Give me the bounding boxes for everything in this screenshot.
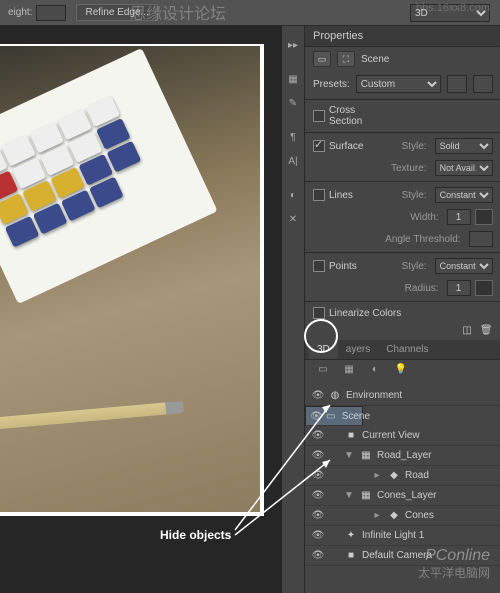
cross-section-label: Cross Section [329,105,389,127]
visibility-eye-icon[interactable]: 👁 [309,430,327,441]
item-type-icon: ▭ [323,411,339,422]
linearize-label: Linearize Colors [329,308,401,319]
watermark-cn: 太平洋电脑网 [418,564,490,581]
lines-color-swatch[interactable] [475,209,493,225]
twisty-icon[interactable]: ▸ [371,470,383,481]
visibility-eye-icon[interactable]: 👁 [309,530,327,541]
points-label: Points [329,261,389,272]
tree-row-cones[interactable]: 👁 ▸◆Cones [305,506,500,526]
tool-swatches-icon[interactable]: ▦ [282,68,304,90]
render-icon[interactable]: ◫ [462,325,471,336]
tool-paragraph-icon[interactable]: ¶ [282,126,304,148]
canvas[interactable] [0,26,282,593]
scene-type-icon[interactable]: ▭ [313,51,331,67]
tab-channels[interactable]: Channels [378,340,436,359]
surface-style-select[interactable]: Solid [435,138,493,154]
visibility-eye-icon[interactable]: 👁 [310,411,323,422]
points-radius-label: Radius: [405,283,439,294]
tree-row-scene[interactable]: 👁▭Scene [305,406,363,426]
points-color-swatch[interactable] [475,280,493,296]
tool-brush-icon[interactable]: ✎ [282,92,304,114]
lines-style-label: Style: [402,190,427,201]
cross-section-checkbox[interactable] [313,110,325,122]
tab-layers[interactable]: ayers [338,340,378,359]
item-label: Road_Layer [377,450,431,461]
tree-row-infinite-light-1[interactable]: 👁 ✦Infinite Light 1 [305,526,500,546]
item-type-icon: ✦ [343,530,359,541]
vertical-toolstrip: ▸▸ ▦ ✎ ¶ A| ◐ ✕ [282,26,305,593]
item-type-icon: ■ [343,430,359,441]
trash-icon[interactable]: 🗑 [480,325,493,336]
item-label: Cones_Layer [377,490,436,501]
item-type-icon: ▦ [358,450,374,461]
tree-row-cones-layer[interactable]: 👁 ▼▦Cones_Layer [305,486,500,506]
tree-row-current-view[interactable]: 👁 ■Current View [305,426,500,446]
watermark-url: bbs.16xx8.com [416,2,490,14]
points-style-label: Style: [402,261,427,272]
lines-width-input[interactable] [447,209,471,225]
tree-row-road-layer[interactable]: 👁 ▼▦Road_Layer [305,446,500,466]
filter-scene-icon[interactable]: ▭ [313,364,333,382]
tree-row-road[interactable]: 👁 ▸◆Road [305,466,500,486]
twisty-icon[interactable]: ▼ [343,490,355,501]
presets-select[interactable]: Custom [356,75,441,93]
properties-header[interactable]: Properties [305,26,500,47]
linearize-checkbox[interactable] [313,307,325,319]
item-type-icon: ◍ [327,390,343,401]
surface-texture-select[interactable]: Not Avail... [435,160,493,176]
points-radius-input[interactable] [447,280,471,296]
visibility-eye-icon[interactable]: 👁 [309,550,327,561]
tool-char-icon[interactable]: A| [282,150,304,172]
presets-label: Presets: [313,79,350,90]
surface-label: Surface [329,141,389,152]
item-label: Scene [342,411,370,422]
lines-angle-input[interactable] [469,231,493,247]
visibility-eye-icon[interactable]: 👁 [309,470,327,481]
lines-angle-label: Angle Threshold: [385,234,460,245]
filter-material-icon[interactable]: ◐ [365,364,385,382]
height-label: eight: [8,7,32,18]
lines-style-select[interactable]: Constant [435,187,493,203]
lines-width-label: Width: [410,212,438,223]
item-label: Default Camera [362,550,432,561]
surface-checkbox[interactable] [313,140,325,152]
visibility-eye-icon[interactable]: 👁 [309,490,327,501]
watermark-forum: 思缘设计论坛 [130,0,226,24]
preset-add-button[interactable] [447,75,467,93]
watermark-pconline: PConline [425,547,490,565]
item-type-icon: ◆ [386,470,402,481]
surface-style-label: Style: [402,141,427,152]
item-label: Cones [405,510,434,521]
tab-3d[interactable]: 3D [309,340,338,359]
visibility-eye-icon[interactable]: 👁 [309,510,327,521]
item-label: Infinite Light 1 [362,530,424,541]
tool-expand-icon[interactable]: ▸▸ [282,34,304,56]
item-type-icon: ■ [343,550,359,561]
filter-mesh-icon[interactable]: ▦ [339,364,359,382]
tool-circle-icon[interactable]: ◐ [282,184,304,206]
annotation-hide-label: Hide objects [160,528,231,542]
twisty-icon[interactable]: ▸ [371,510,383,521]
item-label: Road [405,470,429,481]
points-style-select[interactable]: Constant [435,258,493,274]
preset-del-button[interactable] [473,75,493,93]
twisty-icon[interactable]: ▼ [343,450,355,461]
tool-adjust-icon[interactable]: ✕ [282,208,304,230]
item-type-icon: ◆ [386,510,402,521]
surface-texture-label: Texture: [391,163,427,174]
points-checkbox[interactable] [313,260,325,272]
lines-label: Lines [329,190,389,201]
document-photo [0,44,264,516]
scene-coord-icon[interactable]: ⛶ [337,51,355,67]
visibility-eye-icon[interactable]: 👁 [309,450,327,461]
visibility-eye-icon[interactable]: 👁 [309,390,327,401]
tree-row-environment[interactable]: 👁◍Environment [305,386,500,406]
item-type-icon: ▦ [358,490,374,501]
item-label: Current View [362,430,420,441]
height-input[interactable] [36,5,66,21]
item-label: Environment [346,390,402,401]
lines-checkbox[interactable] [313,189,325,201]
scene-label: Scene [361,54,389,65]
filter-light-icon[interactable]: 💡 [391,364,411,382]
